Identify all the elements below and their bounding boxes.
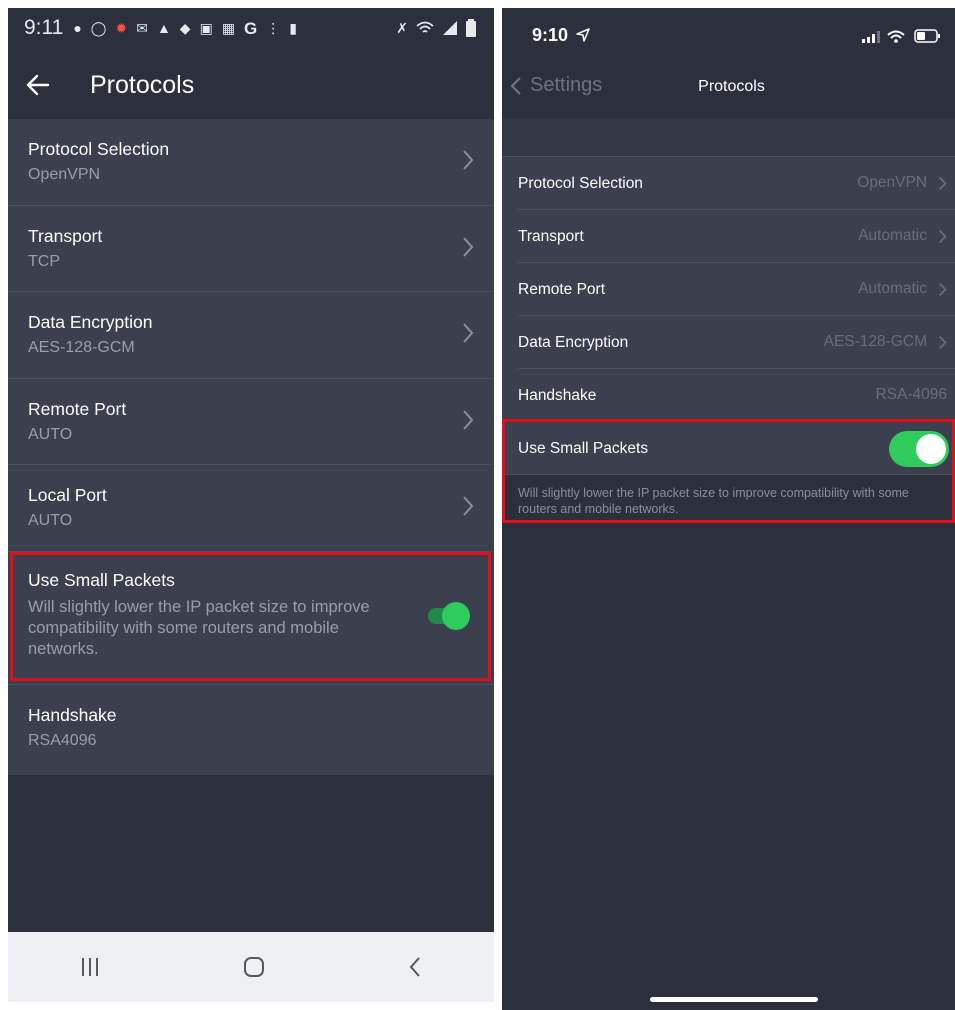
data-encryption-row[interactable]: Data Encryption AES-128-GCM — [502, 316, 955, 369]
page-title: Protocols — [698, 78, 765, 95]
row-label: Use Small Packets — [518, 439, 649, 457]
nav-back-icon[interactable] — [408, 956, 422, 978]
record-icon: ✹ — [115, 20, 128, 36]
settings-list: Protocol Selection OpenVPN Transport TCP… — [8, 119, 494, 775]
toggle-thumb — [442, 601, 470, 630]
recent-apps-icon[interactable] — [80, 956, 100, 978]
remote-port-row[interactable]: Remote Port Automatic — [502, 263, 955, 316]
gallery-icon: ▣ — [199, 20, 213, 36]
google-icon: G — [244, 18, 258, 38]
chevron-right-icon — [938, 176, 947, 191]
transport-row[interactable]: Transport TCP — [8, 206, 494, 292]
row-value: OpenVPN — [857, 174, 927, 191]
small-packets-toggle[interactable] — [889, 431, 949, 467]
row-label: Remote Port — [28, 398, 127, 419]
battery-icon — [466, 19, 476, 37]
status-time: 9:10 — [532, 25, 569, 45]
row-value: AUTO — [28, 512, 73, 529]
local-port-row[interactable]: Local Port AUTO — [8, 465, 494, 552]
toggle-thumb — [916, 434, 946, 464]
data-encryption-row[interactable]: Data Encryption AES-128-GCM — [8, 292, 494, 379]
row-label: Handshake — [28, 704, 117, 725]
signal-icon — [862, 31, 880, 43]
row-value: OpenVPN — [28, 166, 101, 183]
row-label: Use Small Packets — [28, 569, 175, 590]
small-packets-description: Will slightly lower the IP packet size t… — [518, 486, 909, 516]
small-packets-toggle[interactable] — [428, 601, 470, 630]
back-arrow-icon[interactable] — [26, 70, 62, 100]
row-label: Data Encryption — [518, 333, 629, 351]
dots-icon: ⋮ — [266, 20, 281, 36]
notification-icons: ● ◯ ✹ ✉ ▲ ◆ ▣ ▦ G ⋮ ▮ — [73, 20, 297, 37]
home-indicator[interactable] — [650, 997, 818, 1002]
mail-icon: ✉ — [136, 20, 148, 36]
handshake-row[interactable]: Handshake RSA4096 — [8, 685, 494, 775]
row-label: Protocol Selection — [518, 174, 643, 192]
app-bar: Protocols — [8, 52, 494, 118]
page-title: Protocols — [90, 70, 195, 99]
battery-icon — [914, 29, 940, 43]
row-label: Local Port — [28, 485, 107, 505]
row-description: Will slightly lower the IP packet size t… — [28, 597, 370, 658]
row-value: Automatic — [858, 227, 927, 244]
home-icon[interactable] — [243, 956, 265, 978]
android-status-bar: 9:11 ● ◯ ✹ ✉ ▲ ◆ ▣ ▦ G ⋮ ▮ ✗ — [8, 8, 494, 48]
use-small-packets-row: Use Small Packets Will slightly lower th… — [8, 552, 494, 685]
chevron-right-icon — [463, 323, 474, 343]
calendar-icon: ▦ — [221, 20, 236, 36]
handshake-row: Handshake RSA-4096 — [502, 369, 955, 422]
wifi-icon — [416, 21, 434, 33]
row-value: AES-128-GCM — [823, 333, 927, 350]
use-small-packets-row: Use Small Packets — [502, 422, 955, 475]
chevron-right-icon — [938, 282, 947, 297]
location-arrow-icon — [576, 28, 590, 42]
android-nav-bar — [8, 932, 494, 1002]
mute-icon: ✗ — [396, 20, 408, 36]
transport-row[interactable]: Transport Automatic — [502, 210, 955, 263]
android-screen: 9:11 ● ◯ ✹ ✉ ▲ ◆ ▣ ▦ G ⋮ ▮ ✗ Protocols P… — [8, 8, 494, 1002]
drive-icon: ▲ — [156, 20, 171, 36]
chevron-right-icon — [463, 150, 474, 170]
ios-screen: 9:10 Settings Protocols Protocol Selecti… — [502, 8, 955, 1010]
row-value: RSA-4096 — [875, 386, 947, 403]
shopping-bag-icon: ● — [73, 20, 82, 36]
row-label: Transport — [518, 227, 584, 245]
row-value: RSA4096 — [28, 731, 97, 749]
chevron-right-icon — [938, 335, 947, 350]
status-time: 9:11 — [24, 16, 64, 39]
chevron-right-icon — [938, 229, 947, 244]
section-spacer — [502, 118, 955, 156]
row-label: Remote Port — [518, 280, 606, 298]
row-label: Data Encryption — [28, 312, 153, 332]
ios-nav-bar: Settings Protocols — [502, 60, 955, 118]
row-value: TCP — [28, 252, 60, 270]
settings-list: Protocol Selection OpenVPN Transport Aut… — [502, 156, 955, 475]
wifi-icon — [887, 30, 905, 43]
timer-icon: ◯ — [90, 20, 107, 36]
shield-icon: ◆ — [179, 20, 191, 36]
chevron-right-icon — [463, 496, 474, 516]
chevron-right-icon — [463, 236, 474, 257]
remote-port-row[interactable]: Remote Port AUTO — [8, 379, 494, 465]
system-status-icons: ✗ — [396, 19, 476, 37]
ios-status-bar: 9:10 — [502, 8, 955, 60]
protocol-selection-row[interactable]: Protocol Selection OpenVPN — [502, 157, 955, 210]
row-value: AUTO — [28, 425, 73, 443]
row-label: Protocol Selection — [28, 139, 170, 159]
row-label: Transport — [28, 225, 103, 246]
chevron-right-icon — [463, 409, 474, 430]
row-label: Handshake — [518, 386, 597, 404]
signal-icon — [443, 21, 457, 35]
row-value: Automatic — [858, 280, 927, 297]
protocol-selection-row[interactable]: Protocol Selection OpenVPN — [8, 119, 494, 206]
sim-icon: ▮ — [289, 20, 297, 36]
row-value: AES-128-GCM — [28, 339, 135, 356]
